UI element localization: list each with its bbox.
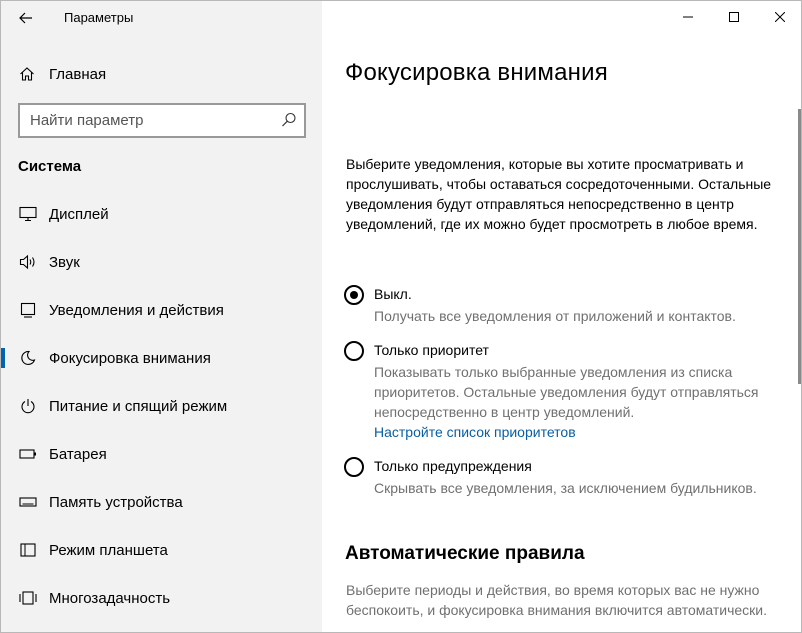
section-title: Система (18, 158, 82, 175)
multitasking-icon (18, 588, 38, 608)
sidebar-item-label: Уведомления и действия (49, 301, 224, 319)
window-controls (665, 1, 801, 33)
sidebar-item-sound[interactable]: Звук (1, 240, 322, 284)
maximize-button[interactable] (711, 1, 757, 33)
minimize-button[interactable] (665, 1, 711, 33)
sound-icon (18, 252, 38, 272)
sidebar-item-label: Питание и спящий режим (49, 397, 228, 415)
focus-mode-radio-group: Выкл. Получать все уведомления от прилож… (344, 284, 789, 498)
titlebar-left: Параметры (1, 1, 322, 35)
battery-icon (18, 444, 38, 464)
radio-description: Показывать только выбранные уведомления … (374, 364, 759, 420)
active-indicator (1, 348, 5, 368)
sidebar-item-label: Память устройства (49, 493, 183, 511)
radio-option-alarms-only[interactable]: Только предупреждения Скрывать все уведо… (344, 456, 789, 498)
settings-window: Параметры Главная Система Дисплей (0, 0, 802, 633)
sidebar-item-label: Звук (49, 253, 80, 271)
main-content: Фокусировка внимания Выберите уведомлени… (322, 1, 801, 632)
home-label: Главная (49, 65, 107, 83)
notifications-icon (18, 300, 38, 320)
sidebar: Параметры Главная Система Дисплей (1, 1, 322, 632)
sidebar-item-label: Фокусировка внимания (49, 349, 211, 367)
sidebar-item-label: Батарея (49, 445, 107, 463)
moon-icon (18, 348, 38, 368)
close-button[interactable] (757, 1, 801, 33)
display-icon (18, 204, 38, 224)
sidebar-item-multitasking[interactable]: Многозадачность (1, 576, 322, 620)
radio-button[interactable] (344, 457, 364, 477)
back-button[interactable] (11, 5, 41, 31)
maximize-icon (729, 12, 739, 22)
home-icon (18, 65, 36, 83)
back-arrow-icon (19, 12, 32, 24)
search-input[interactable] (30, 105, 270, 136)
sidebar-item-battery[interactable]: Батарея (1, 432, 322, 476)
radio-label[interactable]: Выкл. (374, 284, 789, 304)
storage-icon (18, 492, 38, 512)
radio-label[interactable]: Только приоритет (374, 340, 789, 360)
automatic-rules-description: Выберите периоды и действия, во время ко… (346, 582, 768, 618)
minimize-icon (683, 16, 693, 18)
sidebar-item-display[interactable]: Дисплей (1, 192, 322, 236)
sidebar-item-label: Режим планшета (49, 541, 168, 559)
sidebar-item-label: Дисплей (49, 205, 109, 223)
app-title: Параметры (64, 10, 134, 25)
scrollbar[interactable] (798, 109, 801, 384)
search-box[interactable] (18, 103, 306, 138)
sidebar-item-label: Многозадачность (49, 589, 171, 607)
radio-option-off[interactable]: Выкл. Получать все уведомления от прилож… (344, 284, 789, 326)
radio-description: Скрывать все уведомления, за исключением… (374, 480, 757, 496)
radio-description: Получать все уведомления от приложений и… (374, 308, 736, 324)
sidebar-item-storage[interactable]: Память устройства (1, 480, 322, 524)
radio-option-priority-only[interactable]: Только приоритет Показывать только выбра… (344, 340, 789, 442)
automatic-rules-heading: Автоматические правила (345, 543, 585, 564)
radio-label[interactable]: Только предупреждения (374, 456, 789, 476)
page-title: Фокусировка внимания (345, 59, 608, 86)
search-icon[interactable] (280, 111, 298, 129)
sidebar-item-notifications[interactable]: Уведомления и действия (1, 288, 322, 332)
tablet-icon (18, 540, 38, 560)
radio-button[interactable] (344, 341, 364, 361)
home-link[interactable]: Главная (18, 63, 106, 85)
sidebar-item-focus-assist[interactable]: Фокусировка внимания (1, 336, 322, 380)
radio-button-checked[interactable] (344, 285, 364, 305)
customize-priority-list-link[interactable]: Настройте список приоритетов (374, 422, 789, 442)
sidebar-item-tablet-mode[interactable]: Режим планшета (1, 528, 322, 572)
sidebar-item-power[interactable]: Питание и спящий режим (1, 384, 322, 428)
page-description: Выберите уведомления, которые вы хотите … (346, 156, 772, 232)
power-icon (18, 396, 38, 416)
close-icon (775, 12, 785, 22)
